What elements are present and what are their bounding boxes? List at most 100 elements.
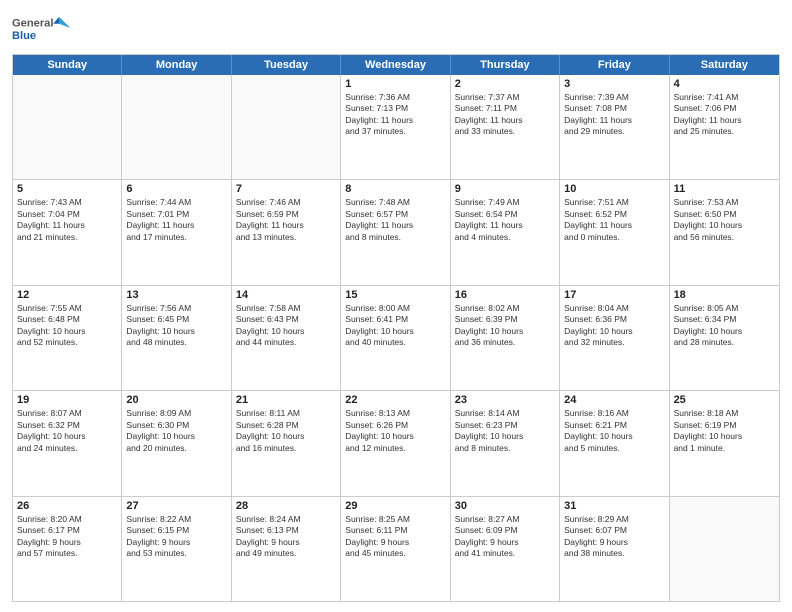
day-number: 11 bbox=[674, 183, 775, 195]
day-header-sunday: Sunday bbox=[13, 55, 122, 75]
day-cell-3: 3Sunrise: 7:39 AM Sunset: 7:08 PM Daylig… bbox=[560, 75, 669, 179]
day-cell-6: 6 Sunrise: 7:44 AM Sunset: 7:01 PM Daylig… bbox=[122, 180, 231, 284]
day-number: 13 bbox=[126, 289, 226, 301]
day-cell-26: 26 Sunrise: 8:20 AM Sunset: 6:17 PM Dayli… bbox=[13, 497, 122, 601]
day-header-tuesday: Tuesday bbox=[232, 55, 341, 75]
day-number: 16 bbox=[455, 289, 555, 301]
logo-svg: General Blue bbox=[12, 10, 72, 46]
day-info: Sunrise: 8:05 AM Sunset: 6:34 PM Dayligh… bbox=[674, 303, 775, 349]
week-row-1: 1 Sunrise: 7:36 AM Sunset: 7:13 PM Daylig… bbox=[13, 75, 779, 180]
day-info: Sunrise: 8:16 AM Sunset: 6:21 PM Dayligh… bbox=[564, 408, 664, 454]
day-info: Sunrise: 7:53 AM Sunset: 6:50 PM Dayligh… bbox=[674, 197, 775, 243]
day-info: Sunrise: 7:43 AM Sunset: 7:04 PM Dayligh… bbox=[17, 197, 117, 243]
day-info: Sunrise: 7:44 AM Sunset: 7:01 PM Dayligh… bbox=[126, 197, 226, 243]
day-cell-5: 5 Sunrise: 7:43 AM Sunset: 7:04 PM Daylig… bbox=[13, 180, 122, 284]
day-info: Sunrise: 7:41 AM Sunset: 7:06 PM Dayligh… bbox=[674, 92, 775, 138]
empty-cell bbox=[13, 75, 122, 179]
day-cell-12: 12 Sunrise: 7:55 AM Sunset: 6:48 PM Dayli… bbox=[13, 286, 122, 390]
day-cell-10: 10 Sunrise: 7:51 AM Sunset: 6:52 PM Dayli… bbox=[560, 180, 669, 284]
day-number: 4 bbox=[674, 78, 775, 90]
day-cell-29: 29Sunrise: 8:25 AM Sunset: 6:11 PM Dayli… bbox=[341, 497, 450, 601]
day-cell-30: 30 Sunrise: 8:27 AM Sunset: 6:09 PM Dayli… bbox=[451, 497, 560, 601]
day-number: 17 bbox=[564, 289, 664, 301]
day-info: Sunrise: 8:02 AM Sunset: 6:39 PM Dayligh… bbox=[455, 303, 555, 349]
day-info: Sunrise: 7:48 AM Sunset: 6:57 PM Dayligh… bbox=[345, 197, 445, 243]
day-cell-25: 25Sunrise: 8:18 AM Sunset: 6:19 PM Dayli… bbox=[670, 391, 779, 495]
day-info: Sunrise: 7:37 AM Sunset: 7:11 PM Dayligh… bbox=[455, 92, 555, 138]
day-info: Sunrise: 7:51 AM Sunset: 6:52 PM Dayligh… bbox=[564, 197, 664, 243]
day-number: 1 bbox=[345, 78, 445, 90]
logo: General Blue bbox=[12, 10, 72, 46]
day-info: Sunrise: 8:04 AM Sunset: 6:36 PM Dayligh… bbox=[564, 303, 664, 349]
day-number: 7 bbox=[236, 183, 336, 195]
day-number: 22 bbox=[345, 394, 445, 406]
day-cell-21: 21Sunrise: 8:11 AM Sunset: 6:28 PM Dayli… bbox=[232, 391, 341, 495]
day-number: 10 bbox=[564, 183, 664, 195]
day-cell-20: 20 Sunrise: 8:09 AM Sunset: 6:30 PM Dayli… bbox=[122, 391, 231, 495]
day-info: Sunrise: 7:46 AM Sunset: 6:59 PM Dayligh… bbox=[236, 197, 336, 243]
day-number: 28 bbox=[236, 500, 336, 512]
day-info: Sunrise: 8:00 AM Sunset: 6:41 PM Dayligh… bbox=[345, 303, 445, 349]
day-number: 14 bbox=[236, 289, 336, 301]
day-number: 30 bbox=[455, 500, 555, 512]
day-number: 2 bbox=[455, 78, 555, 90]
day-cell-22: 22 Sunrise: 8:13 AM Sunset: 6:26 PM Dayli… bbox=[341, 391, 450, 495]
day-number: 24 bbox=[564, 394, 664, 406]
day-info: Sunrise: 8:13 AM Sunset: 6:26 PM Dayligh… bbox=[345, 408, 445, 454]
day-cell-4: 4 Sunrise: 7:41 AM Sunset: 7:06 PM Daylig… bbox=[670, 75, 779, 179]
day-number: 27 bbox=[126, 500, 226, 512]
week-row-5: 26 Sunrise: 8:20 AM Sunset: 6:17 PM Dayli… bbox=[13, 497, 779, 601]
day-number: 9 bbox=[455, 183, 555, 195]
page-container: General Blue SundayMondayTuesdayWednesda… bbox=[0, 0, 792, 612]
day-info: Sunrise: 8:07 AM Sunset: 6:32 PM Dayligh… bbox=[17, 408, 117, 454]
day-info: Sunrise: 8:29 AM Sunset: 6:07 PM Dayligh… bbox=[564, 514, 664, 560]
empty-cell bbox=[670, 497, 779, 601]
day-info: Sunrise: 8:20 AM Sunset: 6:17 PM Dayligh… bbox=[17, 514, 117, 560]
day-cell-19: 19 Sunrise: 8:07 AM Sunset: 6:32 PM Dayli… bbox=[13, 391, 122, 495]
day-number: 5 bbox=[17, 183, 117, 195]
day-number: 6 bbox=[126, 183, 226, 195]
header: General Blue bbox=[12, 10, 780, 46]
day-number: 29 bbox=[345, 500, 445, 512]
day-cell-27: 27 Sunrise: 8:22 AM Sunset: 6:15 PM Dayli… bbox=[122, 497, 231, 601]
day-cell-2: 2 Sunrise: 7:37 AM Sunset: 7:11 PM Daylig… bbox=[451, 75, 560, 179]
day-info: Sunrise: 8:09 AM Sunset: 6:30 PM Dayligh… bbox=[126, 408, 226, 454]
day-number: 31 bbox=[564, 500, 664, 512]
day-info: Sunrise: 8:22 AM Sunset: 6:15 PM Dayligh… bbox=[126, 514, 226, 560]
day-cell-17: 17 Sunrise: 8:04 AM Sunset: 6:36 PM Dayli… bbox=[560, 286, 669, 390]
day-info: Sunrise: 8:18 AM Sunset: 6:19 PM Dayligh… bbox=[674, 408, 775, 454]
week-row-4: 19 Sunrise: 8:07 AM Sunset: 6:32 PM Dayli… bbox=[13, 391, 779, 496]
day-cell-31: 31 Sunrise: 8:29 AM Sunset: 6:07 PM Dayli… bbox=[560, 497, 669, 601]
day-number: 19 bbox=[17, 394, 117, 406]
day-cell-28: 28Sunrise: 8:24 AM Sunset: 6:13 PM Dayli… bbox=[232, 497, 341, 601]
day-number: 23 bbox=[455, 394, 555, 406]
day-cell-18: 18Sunrise: 8:05 AM Sunset: 6:34 PM Dayli… bbox=[670, 286, 779, 390]
empty-cell bbox=[122, 75, 231, 179]
week-row-2: 5 Sunrise: 7:43 AM Sunset: 7:04 PM Daylig… bbox=[13, 180, 779, 285]
day-cell-9: 9Sunrise: 7:49 AM Sunset: 6:54 PM Daylig… bbox=[451, 180, 560, 284]
calendar-header: SundayMondayTuesdayWednesdayThursdayFrid… bbox=[13, 55, 779, 75]
day-cell-1: 1 Sunrise: 7:36 AM Sunset: 7:13 PM Daylig… bbox=[341, 75, 450, 179]
day-info: Sunrise: 8:27 AM Sunset: 6:09 PM Dayligh… bbox=[455, 514, 555, 560]
day-number: 3 bbox=[564, 78, 664, 90]
empty-cell bbox=[232, 75, 341, 179]
day-header-saturday: Saturday bbox=[670, 55, 779, 75]
day-info: Sunrise: 8:14 AM Sunset: 6:23 PM Dayligh… bbox=[455, 408, 555, 454]
day-info: Sunrise: 7:55 AM Sunset: 6:48 PM Dayligh… bbox=[17, 303, 117, 349]
day-cell-14: 14 Sunrise: 7:58 AM Sunset: 6:43 PM Dayli… bbox=[232, 286, 341, 390]
day-cell-24: 24 Sunrise: 8:16 AM Sunset: 6:21 PM Dayli… bbox=[560, 391, 669, 495]
day-number: 26 bbox=[17, 500, 117, 512]
day-number: 21 bbox=[236, 394, 336, 406]
day-header-friday: Friday bbox=[560, 55, 669, 75]
day-header-wednesday: Wednesday bbox=[341, 55, 450, 75]
svg-text:Blue: Blue bbox=[12, 30, 36, 42]
day-number: 15 bbox=[345, 289, 445, 301]
calendar-body: 1 Sunrise: 7:36 AM Sunset: 7:13 PM Daylig… bbox=[13, 75, 779, 601]
day-number: 20 bbox=[126, 394, 226, 406]
day-cell-23: 23 Sunrise: 8:14 AM Sunset: 6:23 PM Dayli… bbox=[451, 391, 560, 495]
day-info: Sunrise: 7:36 AM Sunset: 7:13 PM Dayligh… bbox=[345, 92, 445, 138]
day-info: Sunrise: 7:56 AM Sunset: 6:45 PM Dayligh… bbox=[126, 303, 226, 349]
day-number: 12 bbox=[17, 289, 117, 301]
day-cell-7: 7 Sunrise: 7:46 AM Sunset: 6:59 PM Daylig… bbox=[232, 180, 341, 284]
day-info: Sunrise: 7:58 AM Sunset: 6:43 PM Dayligh… bbox=[236, 303, 336, 349]
